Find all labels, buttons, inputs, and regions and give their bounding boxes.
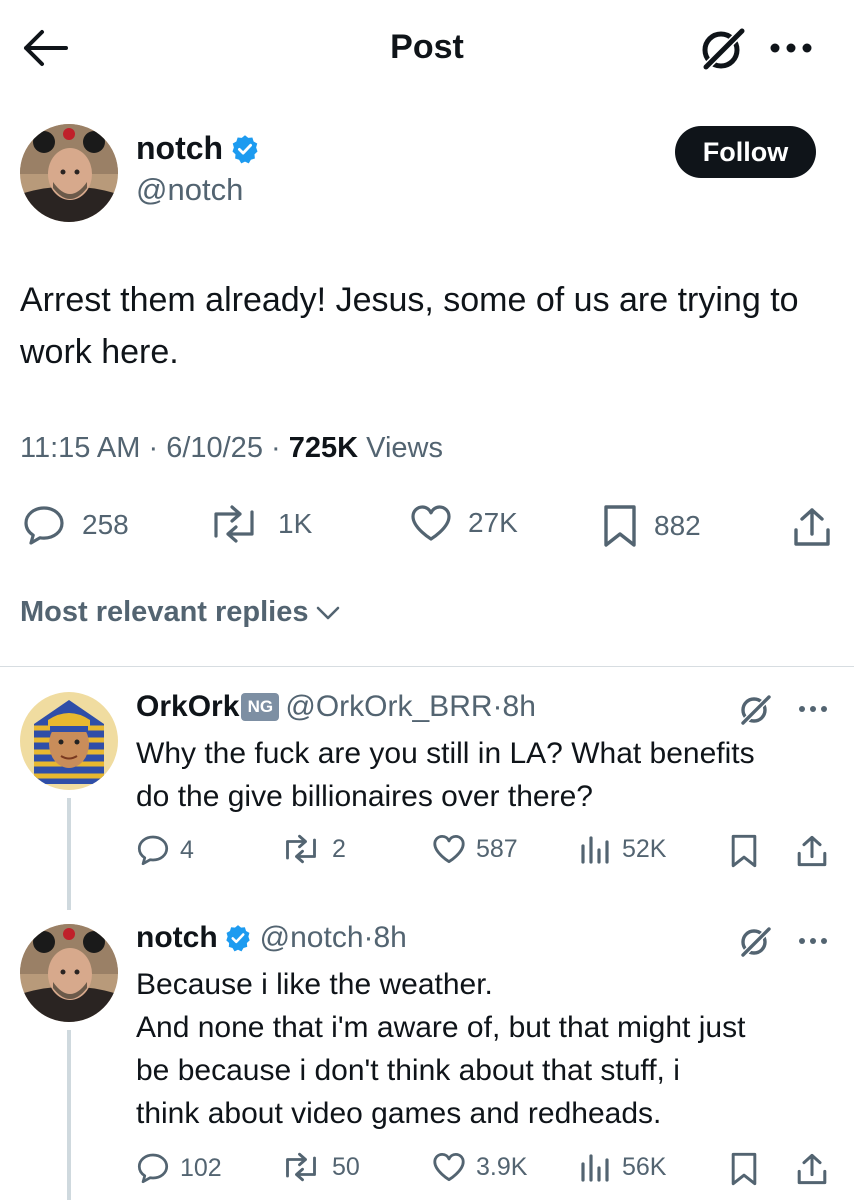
views-button[interactable]: 56K — [580, 1152, 666, 1182]
repost-icon — [280, 1152, 322, 1182]
repost-count: 1K — [278, 508, 313, 539]
repost-icon — [206, 504, 262, 544]
reply-icon — [136, 834, 170, 866]
thread-line — [67, 1030, 71, 1200]
reply-header: notch @notch ·8h — [136, 921, 407, 955]
like-button[interactable]: 3.9K — [432, 1152, 527, 1182]
like-count: 587 — [476, 834, 518, 863]
reply-text-line: think about video games and redheads. — [136, 1097, 662, 1130]
like-button[interactable]: 587 — [432, 834, 518, 864]
analytics-icon — [580, 834, 612, 864]
reply-button[interactable]: 258 — [22, 504, 129, 546]
bookmark-icon[interactable] — [730, 834, 758, 868]
heart-icon — [432, 1152, 466, 1182]
views-count: 52K — [622, 834, 667, 863]
views-count: 725K — [288, 432, 359, 464]
reply-author-handle[interactable]: @OrkOrk_BRR — [285, 690, 492, 724]
views-count: 56K — [622, 1152, 667, 1181]
reply-time[interactable]: ·8h — [364, 921, 407, 955]
views-label: Views — [366, 432, 443, 464]
reply-count: 4 — [180, 835, 194, 864]
repost-icon — [280, 834, 322, 864]
share-icon[interactable] — [796, 834, 828, 868]
repost-button[interactable]: 2 — [280, 834, 346, 864]
bookmark-button[interactable]: 882 — [602, 504, 701, 548]
reply-header: OrkOrk NG @OrkOrk_BRR ·8h — [136, 690, 536, 724]
like-button[interactable]: 27K — [410, 504, 518, 542]
follow-button[interactable]: Follow — [675, 126, 816, 178]
reply-count: 102 — [180, 1153, 222, 1182]
grok-icon[interactable] — [736, 692, 774, 728]
author-handle[interactable]: @notch — [136, 172, 243, 208]
repost-button[interactable]: 50 — [280, 1152, 360, 1182]
divider — [0, 666, 854, 667]
like-count: 27K — [468, 507, 518, 538]
author-avatar[interactable] — [20, 124, 118, 222]
verified-badge-icon — [224, 924, 252, 952]
reply-text-line: Because i like the weather. — [136, 968, 493, 1001]
grok-icon[interactable] — [736, 924, 774, 960]
reply-text-line: do the give billionaires over there? — [136, 780, 593, 813]
reply-avatar[interactable] — [20, 692, 118, 790]
reply-button[interactable]: 4 — [136, 834, 194, 866]
more-options-icon[interactable] — [794, 698, 834, 720]
reply-button[interactable]: 102 — [136, 1152, 222, 1184]
reply-time[interactable]: ·8h — [493, 690, 536, 724]
repost-count: 50 — [332, 1152, 360, 1181]
author-display-name: notch — [136, 130, 224, 166]
author-name[interactable]: notch — [136, 130, 260, 167]
heart-icon — [432, 834, 466, 864]
reply-icon — [136, 1152, 170, 1184]
reply-text: Because i like the weather. And none tha… — [136, 963, 836, 1135]
bookmark-count: 882 — [654, 510, 701, 541]
like-count: 3.9K — [476, 1152, 528, 1181]
post-time[interactable]: 11:15 AM — [20, 432, 140, 464]
more-options-icon[interactable] — [762, 30, 820, 66]
reply-avatar[interactable] — [20, 924, 118, 1022]
replies-sort-label: Most relevant replies — [20, 596, 309, 628]
post-date[interactable]: 6/10/25 — [166, 432, 263, 464]
views-button[interactable]: 52K — [580, 834, 666, 864]
reply-author-name[interactable]: OrkOrk — [136, 690, 239, 724]
repost-count: 2 — [332, 834, 346, 863]
reply-text-line: Why the fuck are you still in LA? What b… — [136, 737, 755, 770]
bookmark-icon — [602, 504, 638, 548]
reply-author-handle[interactable]: @notch — [260, 921, 364, 955]
post-meta: 11:15 AM · 6/10/25 · 725K Views — [20, 432, 443, 465]
repost-button[interactable]: 1K — [206, 504, 312, 544]
meta-separator: · — [148, 432, 159, 464]
grok-icon[interactable] — [696, 25, 750, 73]
more-options-icon[interactable] — [794, 930, 834, 952]
share-icon[interactable] — [796, 1152, 828, 1186]
meta-separator: · — [271, 432, 281, 464]
thread-line — [67, 798, 71, 910]
reply-text-line: be because i don't think about that stuf… — [136, 1054, 680, 1087]
verified-badge-icon — [230, 134, 260, 164]
bookmark-icon[interactable] — [730, 1152, 758, 1186]
heart-icon — [410, 504, 452, 542]
replies-sort-dropdown[interactable]: Most relevant replies — [20, 596, 341, 629]
reply-text-line: And none that i'm aware of, but that mig… — [136, 1011, 746, 1044]
analytics-icon — [580, 1152, 612, 1182]
chevron-down-icon — [315, 603, 341, 623]
reply-count: 258 — [82, 509, 129, 540]
reply-author-name[interactable]: notch — [136, 921, 218, 955]
share-icon[interactable] — [792, 506, 832, 548]
reply-text: Why the fuck are you still in LA? What b… — [136, 732, 836, 818]
post-text: Arrest them already! Jesus, some of us a… — [20, 281, 799, 371]
reply-icon — [22, 504, 66, 546]
affiliation-badge: NG — [241, 693, 280, 721]
